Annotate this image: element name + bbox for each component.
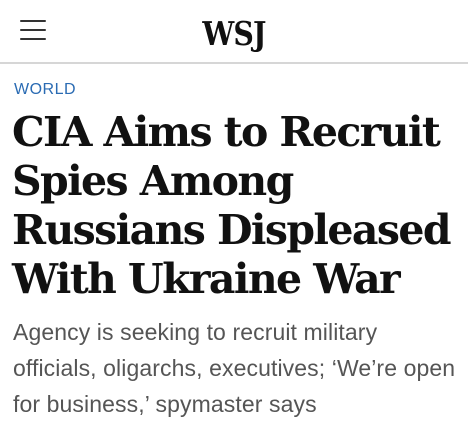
top-bar: WSJ (0, 0, 468, 64)
article-headline: CIA Aims to Recruit Spies Among Russians… (12, 108, 452, 303)
wsj-logo[interactable]: WSJ (33, 14, 435, 54)
section-link-world[interactable]: WORLD (14, 80, 76, 100)
article-dek: Agency is seeking to recruit military of… (13, 319, 456, 417)
